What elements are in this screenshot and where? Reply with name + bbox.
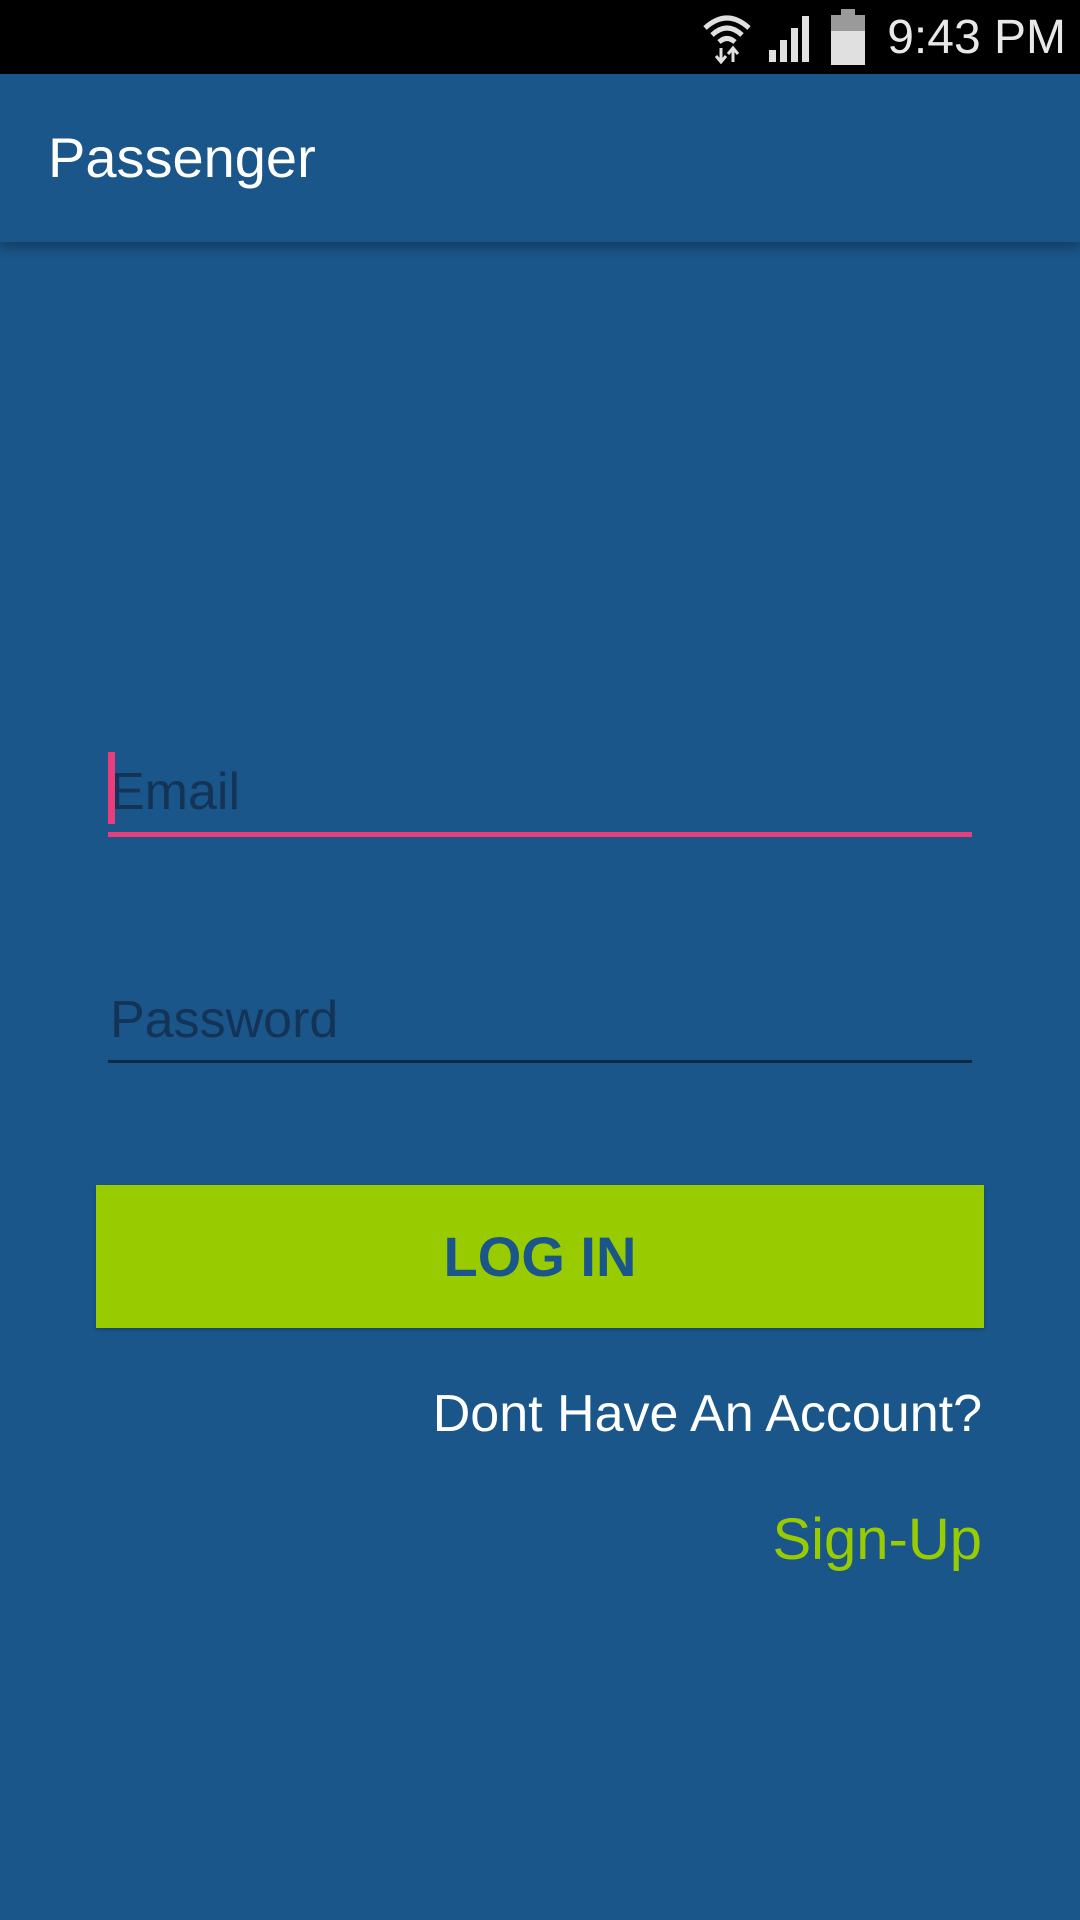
account-prompt: Dont Have An Account? <box>432 1385 982 1443</box>
email-input[interactable] <box>108 752 972 832</box>
battery-icon <box>829 9 867 65</box>
app-title: Passenger <box>48 126 316 189</box>
status-time: 9:43 PM <box>887 10 1066 64</box>
login-button[interactable]: LOG IN <box>96 1185 984 1328</box>
status-icons: 9:43 PM <box>701 0 1066 74</box>
wifi-icon <box>701 10 753 64</box>
text-cursor <box>108 752 115 824</box>
email-underline <box>108 832 972 837</box>
status-bar: 9:43 PM <box>0 0 1080 74</box>
signup-link[interactable]: Sign-Up <box>772 1506 982 1573</box>
cell-signal-icon <box>767 12 815 62</box>
email-field[interactable] <box>108 752 972 837</box>
password-underline <box>108 1060 972 1063</box>
app-bar: Passenger <box>0 74 1080 242</box>
password-input[interactable] <box>108 980 972 1060</box>
password-field[interactable] <box>108 980 972 1063</box>
